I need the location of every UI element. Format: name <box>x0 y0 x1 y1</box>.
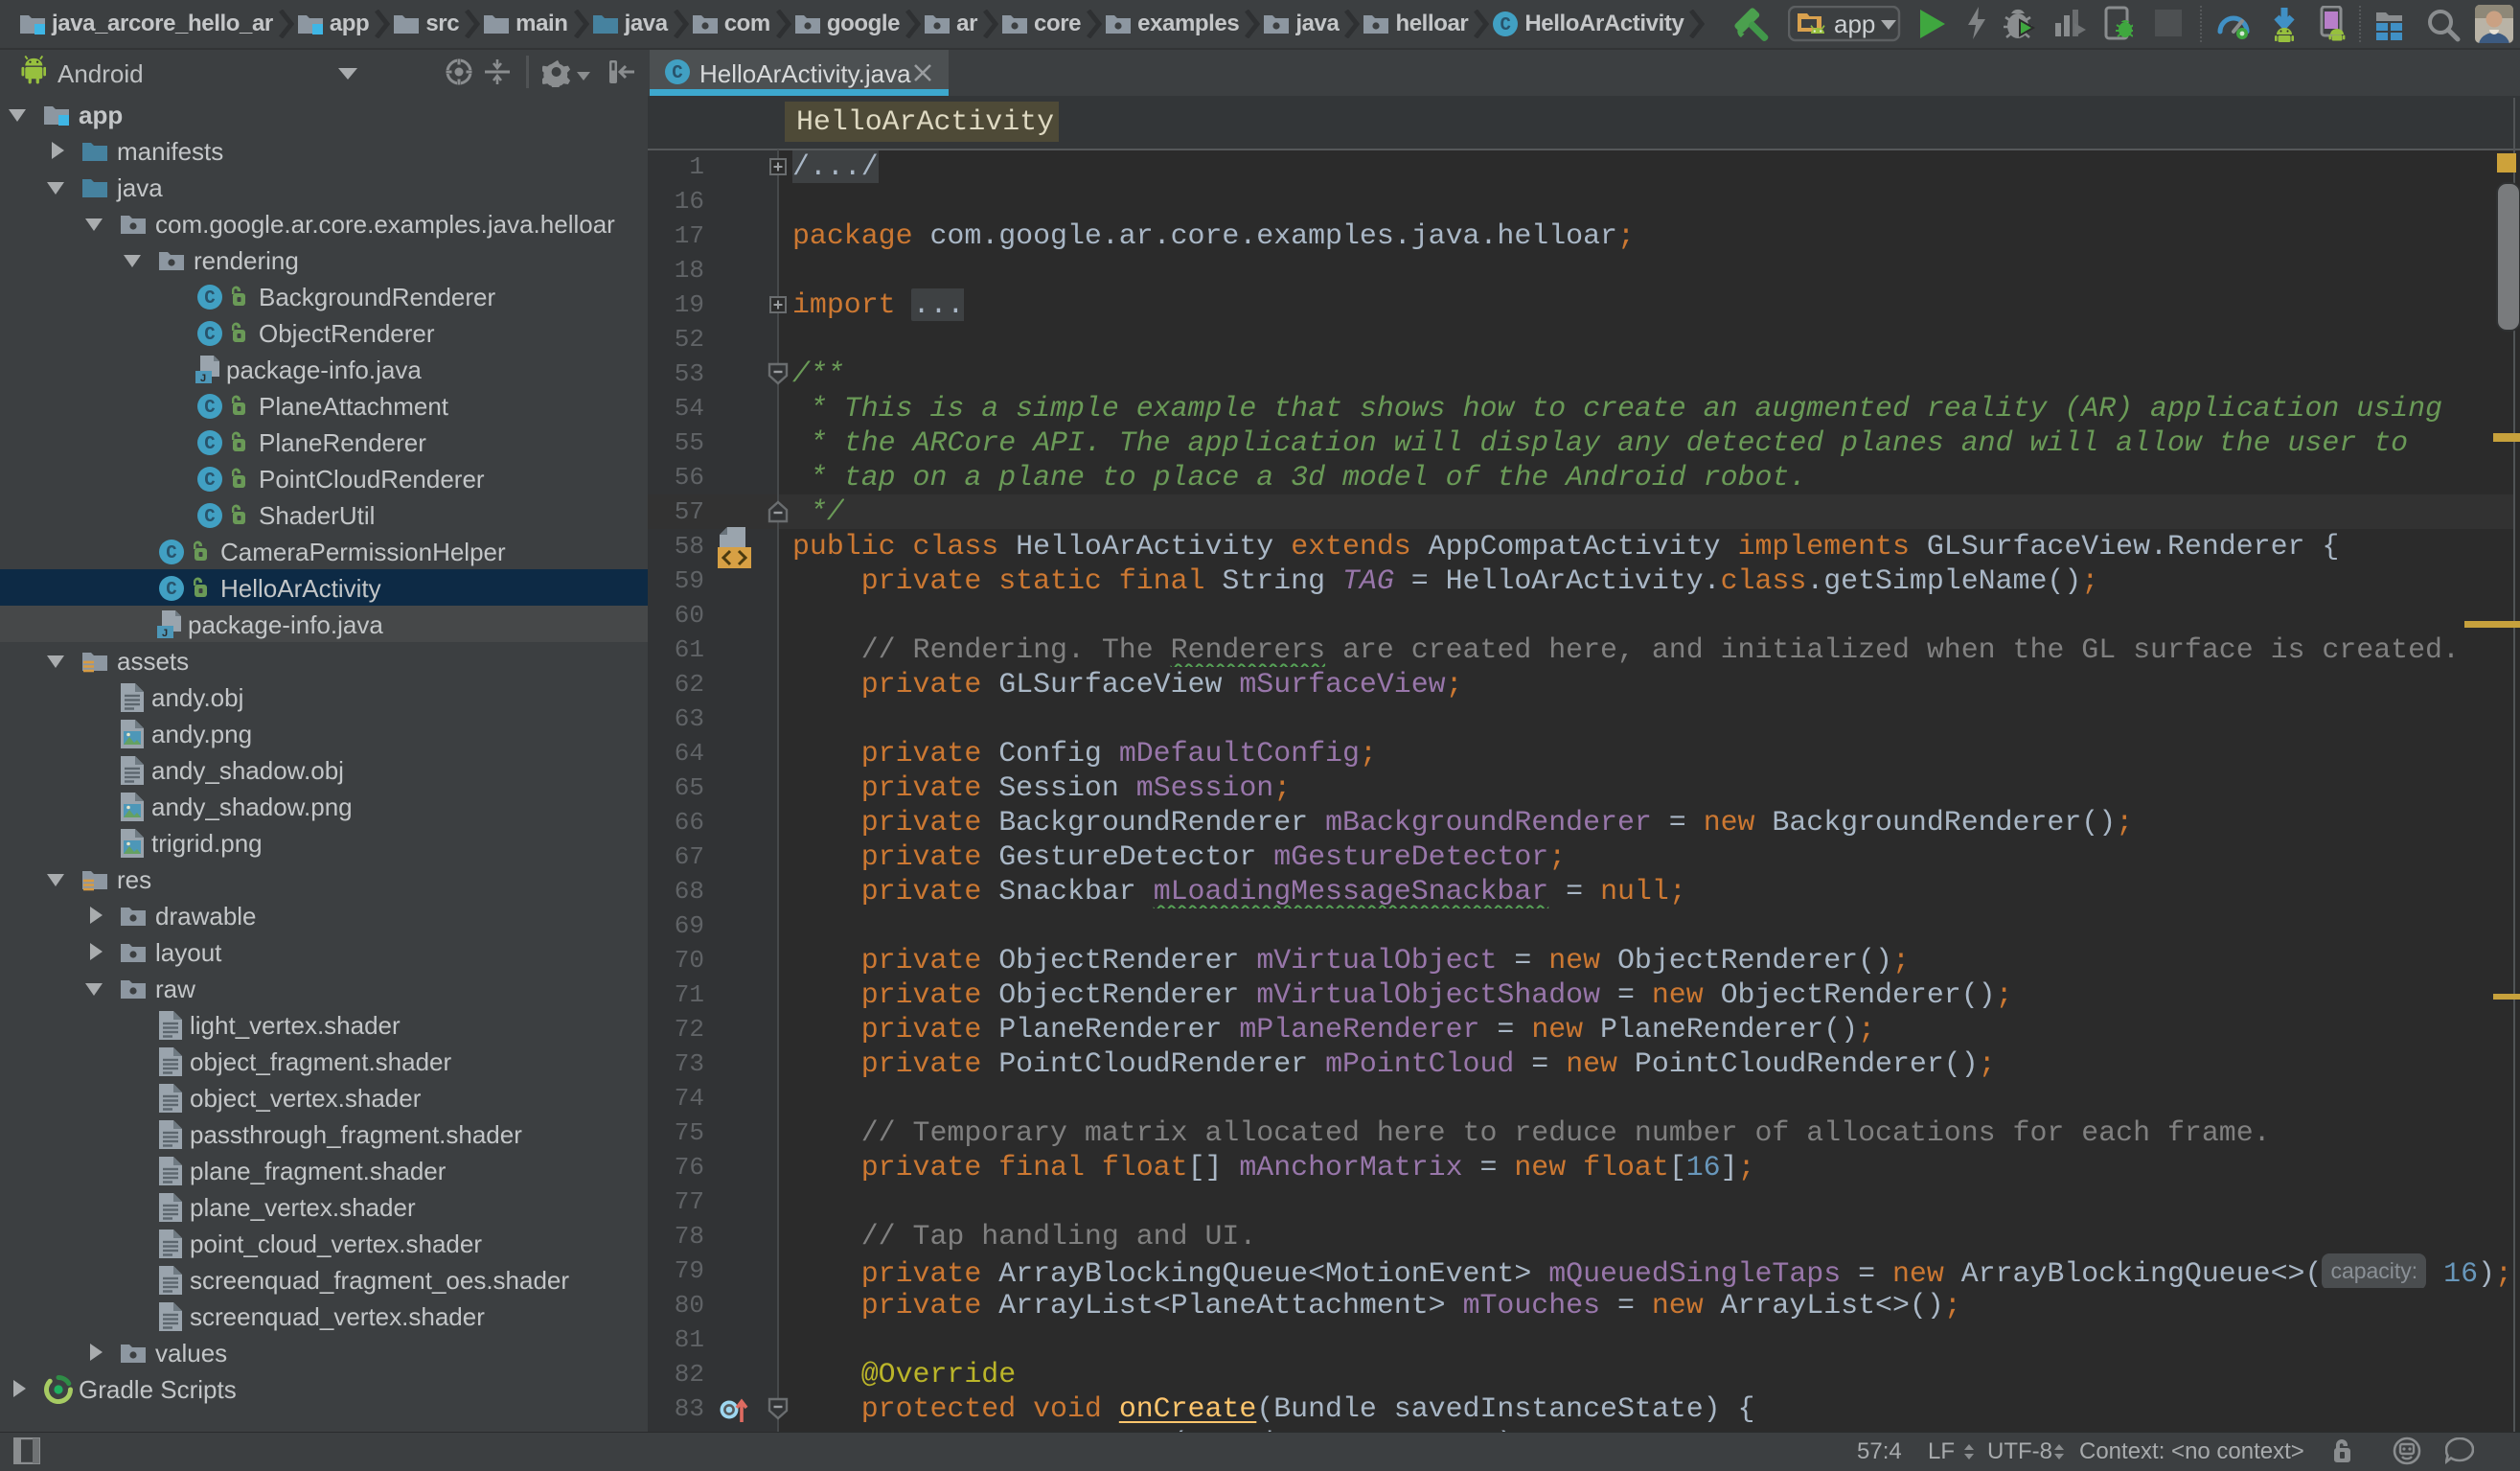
svg-text:C: C <box>166 579 176 600</box>
svg-text:C: C <box>204 324 215 345</box>
svg-text:C: C <box>204 470 215 491</box>
svg-text:C: C <box>204 506 215 527</box>
svg-text:C: C <box>672 62 682 83</box>
svg-text:C: C <box>166 542 176 563</box>
svg-text:J: J <box>200 373 206 384</box>
svg-text:C: C <box>1501 14 1511 35</box>
svg-text:app: app <box>1834 10 1875 38</box>
svg-text:C: C <box>204 397 215 418</box>
svg-text:C: C <box>204 287 215 309</box>
svg-text:J: J <box>162 628 168 639</box>
svg-text:C: C <box>204 433 215 454</box>
